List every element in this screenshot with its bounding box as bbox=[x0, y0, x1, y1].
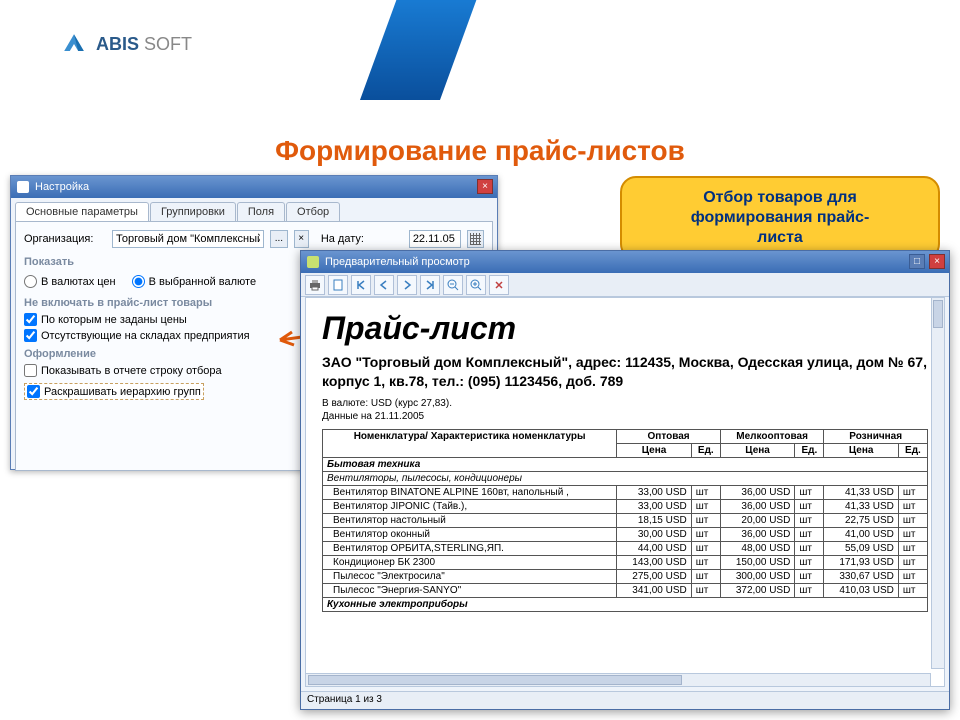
close-icon[interactable]: × bbox=[929, 254, 945, 269]
doc-company: ЗАО "Торговый дом Комплексный", адрес: 1… bbox=[322, 353, 928, 391]
last-page-button[interactable] bbox=[420, 275, 440, 295]
document-area[interactable]: Прайс-лист ЗАО "Торговый дом Комплексный… bbox=[305, 297, 945, 687]
date-label: На дату: bbox=[321, 233, 403, 245]
tab-groupings[interactable]: Группировки bbox=[150, 202, 236, 221]
settings-title-text: Настройка bbox=[35, 181, 89, 193]
page-title: Формирование прайс-листов bbox=[0, 135, 960, 167]
brand-logo: ABIS SOFT bbox=[60, 30, 192, 58]
close-preview-button[interactable] bbox=[489, 275, 509, 295]
vertical-scrollbar[interactable] bbox=[931, 297, 945, 669]
brand-text: ABIS SOFT bbox=[96, 34, 192, 55]
zoom-out-button[interactable] bbox=[443, 275, 463, 295]
settings-tabs: Основные параметры Группировки Поля Отбо… bbox=[11, 198, 497, 221]
table-row: Пылесос "Энергия-SANYO"341,00 USDшт372,0… bbox=[323, 583, 928, 597]
callout-bubble: Отбор товаров для формирования прайс- ли… bbox=[620, 176, 940, 260]
settings-window-icon bbox=[17, 181, 29, 193]
preview-toolbar bbox=[301, 273, 949, 297]
table-subgroup-row: Вентиляторы, пылесосы, кондиционеры bbox=[323, 471, 928, 485]
page-setup-button[interactable] bbox=[328, 275, 348, 295]
table-row: Вентилятор BINATONE ALPINE 160вт, наполь… bbox=[323, 485, 928, 499]
callout-line1: Отбор товаров для bbox=[638, 188, 922, 208]
radio-currency-prices[interactable]: В валютах цен bbox=[24, 275, 116, 288]
table-row: Кондиционер БК 2300143,00 USDшт150,00 US… bbox=[323, 555, 928, 569]
settings-titlebar[interactable]: Настройка × bbox=[11, 176, 497, 198]
table-group-row: Бытовая техника bbox=[323, 457, 928, 471]
doc-title: Прайс-лист bbox=[322, 310, 928, 347]
col-small-wholesale: Мелкооптовая bbox=[720, 429, 824, 443]
tab-filter[interactable]: Отбор bbox=[286, 202, 340, 221]
zoom-in-button[interactable] bbox=[466, 275, 486, 295]
tab-main-params[interactable]: Основные параметры bbox=[15, 202, 149, 221]
horizontal-scroll-thumb[interactable] bbox=[308, 675, 682, 685]
org-label: Организация: bbox=[24, 233, 106, 245]
callout-line3: листа bbox=[638, 228, 922, 248]
check-color-hierarchy[interactable]: Раскрашивать иерархию групп bbox=[24, 383, 204, 400]
table-row: Вентилятор настольный18,15 USDшт20,00 US… bbox=[323, 513, 928, 527]
preview-window: Предварительный просмотр □ × Прайс-лист … bbox=[300, 250, 950, 710]
org-pick-button[interactable]: ... bbox=[270, 230, 287, 248]
logo-icon bbox=[60, 30, 88, 58]
org-input[interactable] bbox=[112, 230, 264, 248]
doc-currency-line: В валюте: USD (курс 27,83). bbox=[322, 397, 928, 410]
table-row: Вентилятор JIPONIC (Тайв.),33,00 USDшт36… bbox=[323, 499, 928, 513]
maximize-icon[interactable]: □ bbox=[909, 254, 925, 269]
vertical-scroll-thumb[interactable] bbox=[933, 300, 943, 328]
doc-date-line: Данные на 21.11.2005 bbox=[322, 410, 928, 423]
org-clear-button[interactable]: × bbox=[294, 230, 309, 248]
decorative-slash bbox=[360, 0, 480, 100]
prev-page-button[interactable] bbox=[374, 275, 394, 295]
date-input[interactable] bbox=[409, 230, 461, 248]
callout-line2: формирования прайс- bbox=[638, 208, 922, 228]
doc-meta: В валюте: USD (курс 27,83). Данные на 21… bbox=[322, 397, 928, 423]
brand-name: ABIS bbox=[96, 34, 139, 54]
col-retail: Розничная bbox=[824, 429, 928, 443]
next-page-button[interactable] bbox=[397, 275, 417, 295]
preview-title-text: Предварительный просмотр bbox=[325, 256, 470, 268]
table-group-row: Кухонные электроприборы bbox=[323, 597, 928, 611]
horizontal-scrollbar[interactable] bbox=[305, 673, 931, 687]
tab-fields[interactable]: Поля bbox=[237, 202, 285, 221]
table-row: Пылесос "Электросила"275,00 USDшт300,00 … bbox=[323, 569, 928, 583]
radio-selected-currency[interactable]: В выбранной валюте bbox=[132, 275, 256, 288]
status-bar: Страница 1 из 3 bbox=[301, 691, 949, 709]
table-row: Вентилятор оконный30,00 USDшт36,00 USDшт… bbox=[323, 527, 928, 541]
table-row: Вентилятор ОРБИТА,STERLING,ЯП.44,00 USDш… bbox=[323, 541, 928, 555]
close-icon[interactable]: × bbox=[477, 179, 493, 194]
table-header-row: Номенклатура/ Характеристика номенклатур… bbox=[323, 429, 928, 443]
print-button[interactable] bbox=[305, 275, 325, 295]
price-table: Номенклатура/ Характеристика номенклатур… bbox=[322, 429, 928, 612]
page-header: ABIS SOFT bbox=[0, 0, 960, 90]
first-page-button[interactable] bbox=[351, 275, 371, 295]
col-name: Номенклатура/ Характеристика номенклатур… bbox=[323, 429, 617, 457]
preview-titlebar[interactable]: Предварительный просмотр □ × bbox=[301, 251, 949, 273]
org-row: Организация: ... × На дату: bbox=[24, 230, 484, 248]
document-content: Прайс-лист ЗАО "Торговый дом Комплексный… bbox=[306, 298, 944, 624]
col-wholesale: Оптовая bbox=[617, 429, 721, 443]
calendar-icon[interactable] bbox=[467, 230, 484, 248]
preview-window-icon bbox=[307, 256, 319, 268]
brand-suffix: SOFT bbox=[144, 34, 192, 54]
